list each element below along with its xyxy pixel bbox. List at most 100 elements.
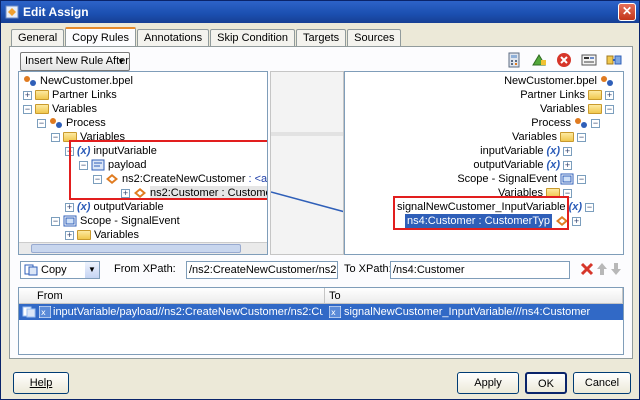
target-output-variable[interactable]: outputVariable (x) + <box>473 158 575 172</box>
window-title: Edit Assign <box>23 5 89 19</box>
move-up-icon[interactable] <box>596 262 608 279</box>
tab-sources[interactable]: Sources <box>347 29 402 47</box>
tree-label: NewCustomer.bpel <box>40 75 133 87</box>
target-input-variable[interactable]: inputVariable (x) + <box>480 144 575 158</box>
delete-rule-icon[interactable] <box>580 262 594 279</box>
expand-icon[interactable]: + <box>65 202 74 212</box>
target-highlight-box <box>393 196 569 230</box>
collapse-icon[interactable]: − <box>591 118 600 128</box>
source-process[interactable]: − Process <box>37 116 106 130</box>
source-partner-links[interactable]: + Partner Links <box>23 88 117 102</box>
properties-icon[interactable] <box>581 52 597 68</box>
source-variables[interactable]: − Variables <box>23 102 97 116</box>
from-xpath-input[interactable] <box>186 261 338 279</box>
copy-type-value: Copy <box>41 264 67 276</box>
scroll-thumb[interactable] <box>31 244 241 253</box>
expand-icon[interactable]: + <box>572 216 582 226</box>
table-row[interactable]: x inputVariable/payload//ns2:CreateNewCu… <box>19 304 623 320</box>
mapping-canvas <box>270 71 344 255</box>
source-root[interactable]: NewCustomer.bpel <box>23 74 133 88</box>
target-root[interactable]: NewCustomer.bpel <box>504 74 617 88</box>
tab-skip-condition[interactable]: Skip Condition <box>210 29 296 47</box>
svg-text:x: x <box>331 308 336 317</box>
title-bar: Edit Assign ✕ <box>1 1 639 23</box>
process-icon <box>574 117 588 129</box>
source-scope-variables[interactable]: + Variables <box>65 228 139 242</box>
tree-label: outputVariable <box>473 159 544 171</box>
expand-icon[interactable]: + <box>563 146 572 156</box>
tab-general[interactable]: General <box>11 29 65 47</box>
calculator-icon[interactable] <box>506 52 522 68</box>
rule-from-cell: inputVariable/payload//ns2:CreateNewCust… <box>53 306 323 318</box>
to-xpath-input[interactable] <box>390 261 570 279</box>
collapse-icon[interactable]: − <box>37 118 46 128</box>
tree-label: Process <box>531 117 571 129</box>
copy-icon <box>24 264 38 281</box>
collapse-icon[interactable]: − <box>51 132 60 142</box>
cancel-label: Cancel <box>584 377 620 389</box>
folder-icon <box>588 90 602 100</box>
target-process-variables[interactable]: Variables − <box>512 130 589 144</box>
tree-label: NewCustomer.bpel <box>504 75 597 87</box>
tree-label: inputVariable <box>480 145 544 157</box>
target-process[interactable]: Process − <box>531 116 603 130</box>
from-xpath-label: From XPath: <box>114 263 176 275</box>
tree-label: Process <box>66 117 106 129</box>
expand-icon[interactable]: + <box>23 90 32 100</box>
variable-icon: (x) <box>546 159 560 171</box>
target-partner-links[interactable]: Partner Links + <box>520 88 617 102</box>
help-label: Help <box>29 377 53 389</box>
expand-icon[interactable]: + <box>563 160 572 170</box>
rule-to-cell: signalNewCustomer_InputVariable///ns4:Cu… <box>344 306 591 318</box>
ok-button[interactable]: OK <box>525 372 567 394</box>
chevron-down-icon: ▼ <box>117 57 125 66</box>
tree-label: outputVariable <box>93 201 164 213</box>
cancel-button[interactable]: Cancel <box>573 372 631 394</box>
bpel-file-icon <box>23 75 37 87</box>
collapse-icon[interactable]: − <box>23 104 32 114</box>
to-xpath-label: To XPath: <box>344 263 392 275</box>
tab-copy-rules[interactable]: Copy Rules <box>65 27 136 47</box>
tree-label: Scope - SignalEvent <box>457 173 557 185</box>
move-down-icon[interactable] <box>610 262 622 279</box>
source-output-variable[interactable]: + (x) outputVariable <box>65 200 164 214</box>
table-header: From To <box>19 288 623 304</box>
column-header-to[interactable]: To <box>325 288 623 304</box>
target-tree[interactable]: NewCustomer.bpel Partner Links + Variabl… <box>344 71 624 255</box>
folder-icon <box>77 230 91 240</box>
collapse-icon[interactable]: − <box>577 132 586 142</box>
close-icon[interactable]: ✕ <box>618 3 636 21</box>
add-rule-icon[interactable] <box>531 52 547 68</box>
folder-icon <box>35 90 49 100</box>
scope-icon <box>560 173 574 185</box>
collapse-icon[interactable]: − <box>605 104 614 114</box>
collapse-icon[interactable]: − <box>51 216 60 226</box>
apply-button[interactable]: Apply <box>457 372 519 394</box>
source-highlight-box <box>69 140 267 200</box>
insert-rule-dropdown[interactable]: Insert New Rule After ▼ <box>20 52 130 71</box>
collapse-icon[interactable]: − <box>585 202 595 212</box>
ok-label: OK <box>538 378 554 390</box>
target-scope[interactable]: Scope - SignalEvent − <box>457 172 589 186</box>
copy-rules-table[interactable]: From To x inputVariable/payload//ns2:Cre… <box>18 287 624 355</box>
source-scope[interactable]: − Scope - SignalEvent <box>51 214 180 228</box>
expand-icon[interactable]: + <box>65 230 74 240</box>
chevron-down-icon[interactable]: ▼ <box>85 262 99 278</box>
delete-icon[interactable] <box>556 52 572 68</box>
variable-icon: (x) <box>546 145 560 157</box>
collapse-icon[interactable]: − <box>577 174 586 184</box>
variable-target-icon: x <box>328 305 342 321</box>
scope-icon <box>63 215 77 227</box>
target-variables[interactable]: Variables − <box>540 102 617 116</box>
apply-label: Apply <box>474 377 502 389</box>
expand-icon[interactable]: + <box>605 90 614 100</box>
copy-type-select[interactable]: Copy ▼ <box>20 261 100 279</box>
variable-icon: (x) <box>77 201 91 213</box>
column-header-from[interactable]: From <box>19 288 325 304</box>
map-icon[interactable] <box>606 52 622 68</box>
tab-annotations[interactable]: Annotations <box>137 29 210 47</box>
source-hscrollbar[interactable] <box>19 242 267 254</box>
tab-targets[interactable]: Targets <box>296 29 347 47</box>
help-button[interactable]: Help <box>13 372 69 394</box>
source-tree[interactable]: NewCustomer.bpel + Partner Links − Varia… <box>18 71 268 255</box>
